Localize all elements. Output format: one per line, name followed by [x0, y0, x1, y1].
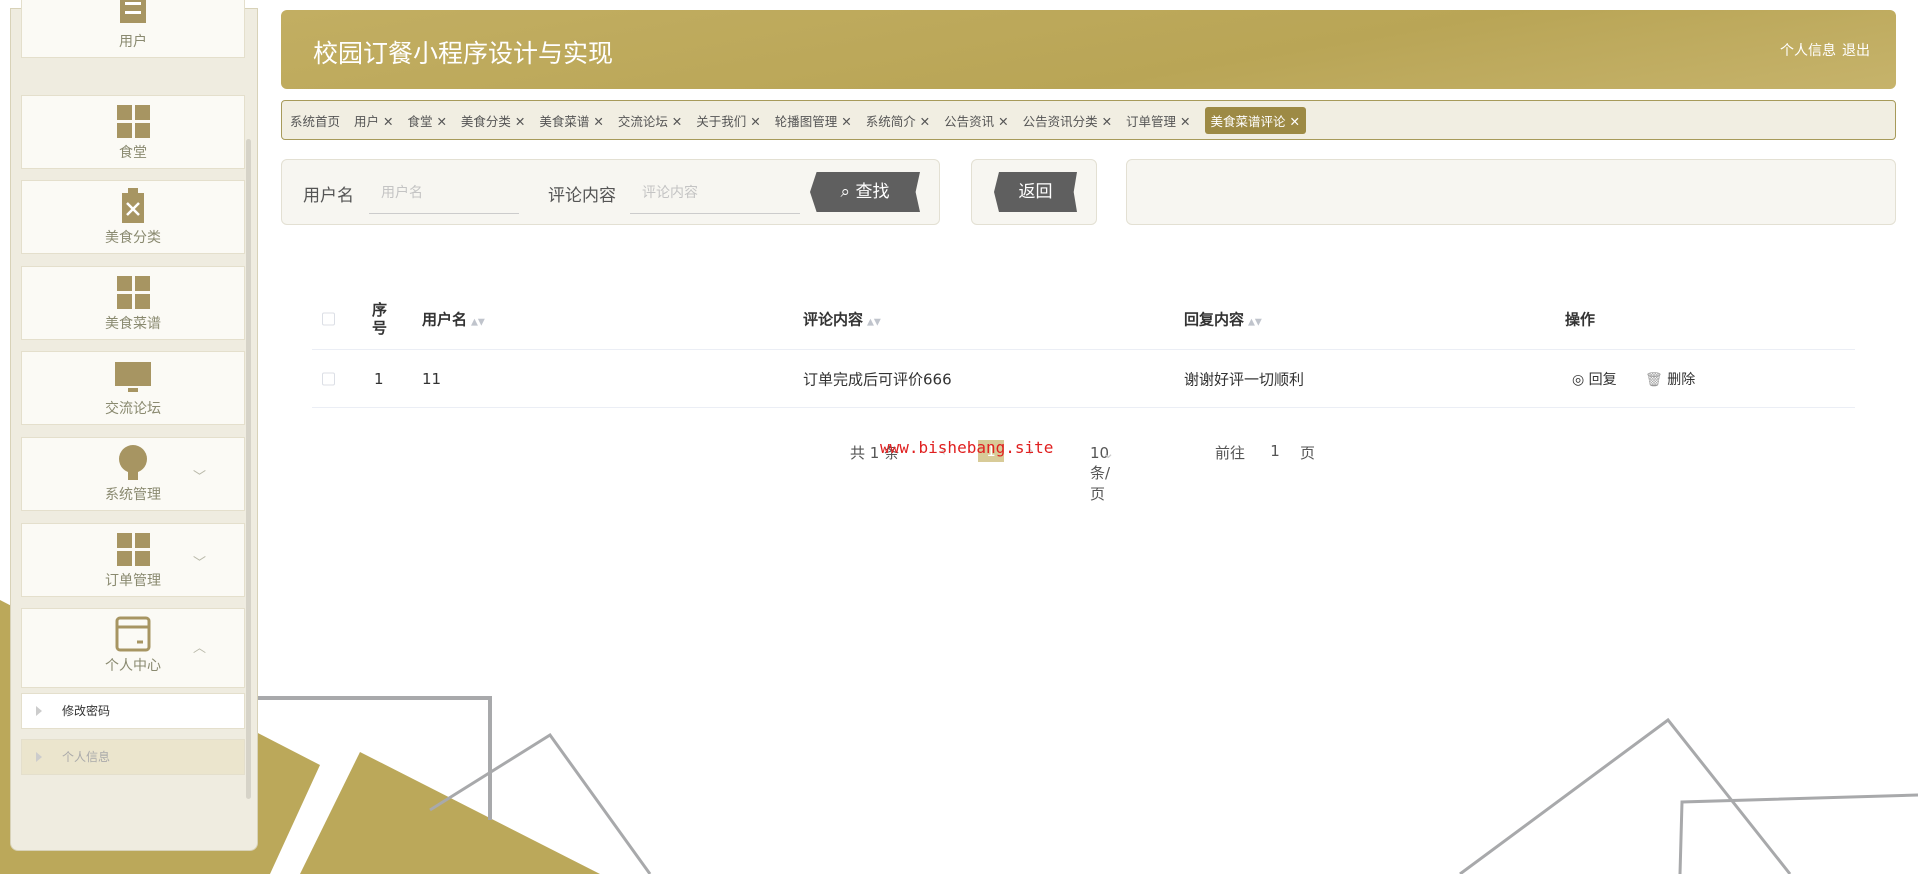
search-panel: 用户名 评论内容 ⌕ 查找 [281, 159, 940, 225]
sidebar-item-label: 订单管理 [105, 572, 161, 589]
submenu-label: 修改密码 [62, 704, 111, 718]
col-index: 序号 [372, 301, 388, 337]
check-circle-icon: ◎ [1572, 371, 1589, 388]
delete-button[interactable]: 🗑 删除 [1645, 369, 1695, 389]
col-actions: 操作 [1565, 310, 1596, 329]
col-username[interactable]: 用户名 ▲▼ [422, 309, 485, 330]
chevron-down-icon: ﹀ [192, 555, 206, 571]
sidebar-item-label: 食堂 [119, 144, 147, 161]
tab-4[interactable]: 美食菜谱 ✕ [539, 111, 603, 130]
page-unit-label: 页 [1300, 444, 1316, 462]
sidebar-item-2[interactable]: 美食分类 [21, 180, 245, 255]
select-all-checkbox[interactable] [322, 312, 335, 326]
monitor-icon [22, 358, 244, 396]
username-label: 用户名 [303, 186, 354, 206]
bulb-icon [22, 444, 244, 482]
col-comment[interactable]: 评论内容 ▲▼ [803, 309, 881, 330]
tab-0[interactable]: 系统首页 [290, 111, 340, 130]
sort-icon: ▲▼ [867, 317, 881, 328]
cell-index: 1 [374, 369, 384, 388]
chevron-up-icon: ︿ [192, 641, 206, 657]
tab-11[interactable]: 订单管理 ✕ [1126, 111, 1190, 130]
tab-9[interactable]: 公告资讯 ✕ [944, 111, 1008, 130]
clipboard-x-icon [22, 187, 244, 225]
card-icon [22, 615, 244, 653]
sidebar-item-label: 美食分类 [105, 230, 161, 247]
sidebar-item-label: 美食菜谱 [105, 315, 161, 332]
comment-input[interactable] [630, 172, 800, 214]
caret-right-icon [36, 706, 42, 716]
tab-7[interactable]: 轮播图管理 ✕ [775, 111, 852, 130]
watermark: www.bishebang.site [880, 438, 1054, 457]
search-button[interactable]: ⌕ 查找 [810, 172, 920, 212]
tab-10[interactable]: 公告资讯分类 ✕ [1023, 111, 1112, 130]
grid-icon [22, 102, 244, 140]
sidebar-item-label: 用户 [119, 34, 147, 50]
tab-2[interactable]: 食堂 ✕ [407, 111, 446, 130]
grid-icon [22, 530, 244, 568]
search-icon: ⌕ [840, 182, 856, 202]
sidebar-item-7[interactable]: 个人中心 ︿ [21, 608, 245, 689]
caret-right-icon [36, 752, 42, 762]
comments-table: 序号 用户名 ▲▼ 评论内容 ▲▼ 回复内容 ▲▼ 操作 1 11 订单完成后可评价6… [312, 289, 1855, 408]
submenu-item-0[interactable]: 修改密码 [21, 693, 245, 729]
tab-bar: 系统首页 用户 ✕ 食堂 ✕ 美食分类 ✕ 美食菜谱 ✕ 交流论坛 ✕ 关于我们 ✕ 轮播图管… [281, 100, 1896, 140]
tab-3[interactable]: 美食分类 ✕ [461, 111, 525, 130]
logout-link[interactable]: 退出 [1842, 43, 1870, 59]
sidebar-item-label: 系统管理 [105, 487, 161, 503]
header: 校园订餐小程序设计与实现 个人信息 退出 [281, 10, 1896, 89]
back-panel: 返回 [971, 159, 1097, 225]
sidebar-item-3[interactable]: 美食菜谱 [21, 265, 245, 340]
submenu-label: 个人信息 [62, 750, 111, 764]
sidebar-item-0[interactable]: 用户 [21, 0, 245, 58]
action-panel [1126, 159, 1896, 225]
grid-icon [22, 273, 244, 311]
sidebar-item-4[interactable]: 交流论坛 [21, 351, 245, 426]
sidebar-scrollbar[interactable] [246, 139, 251, 799]
comment-label: 评论内容 [548, 186, 616, 206]
submenu-item-1[interactable]: 个人信息 [21, 739, 245, 775]
chevron-down-icon: ⌄ [1102, 444, 1115, 462]
sidebar-item-6[interactable]: 订单管理 ﹀ [21, 522, 245, 597]
trash-icon: 🗑 [1645, 371, 1668, 388]
table-row: 1 11 订单完成后可评价666 谢谢好评一切顺利 ◎ 回复 🗑 删除 [312, 350, 1855, 408]
list-icon [22, 0, 244, 29]
tab-6[interactable]: 关于我们 ✕ [696, 111, 760, 130]
cell-reply: 谢谢好评一切顺利 [1184, 370, 1305, 388]
row-checkbox[interactable] [322, 372, 335, 385]
sidebar-item-5[interactable]: 系统管理 ﹀ [21, 437, 245, 511]
tab-5[interactable]: 交流论坛 ✕ [618, 111, 682, 130]
cell-comment: 订单完成后可评价666 [803, 370, 952, 388]
goto-input[interactable]: 1 [1257, 442, 1293, 460]
cell-username: 11 [422, 369, 442, 388]
sidebar-item-1[interactable]: 食堂 [21, 94, 245, 169]
col-reply[interactable]: 回复内容 ▲▼ [1184, 309, 1262, 330]
sidebar-item-label: 个人中心 [105, 658, 161, 675]
sidebar-item-label: 交流论坛 [105, 401, 161, 418]
sort-icon: ▲▼ [1248, 317, 1262, 328]
search-button-label: 查找 [855, 182, 890, 202]
profile-link[interactable]: 个人信息 [1780, 43, 1836, 59]
app-title: 校园订餐小程序设计与实现 [313, 39, 614, 68]
table-header: 序号 用户名 ▲▼ 评论内容 ▲▼ 回复内容 ▲▼ 操作 [312, 289, 1855, 350]
sort-icon: ▲▼ [471, 317, 485, 328]
goto-label: 前往 [1215, 444, 1246, 462]
chevron-down-icon: ﹀ [192, 470, 206, 485]
tab-8[interactable]: 系统简介 ✕ [866, 111, 930, 130]
tab-12[interactable]: 美食菜谱评论 ✕ [1204, 106, 1306, 134]
tab-1[interactable]: 用户 ✕ [354, 111, 393, 130]
back-button[interactable]: 返回 [994, 172, 1077, 212]
username-input[interactable] [369, 172, 519, 214]
reply-button[interactable]: ◎ 回复 [1572, 369, 1617, 389]
